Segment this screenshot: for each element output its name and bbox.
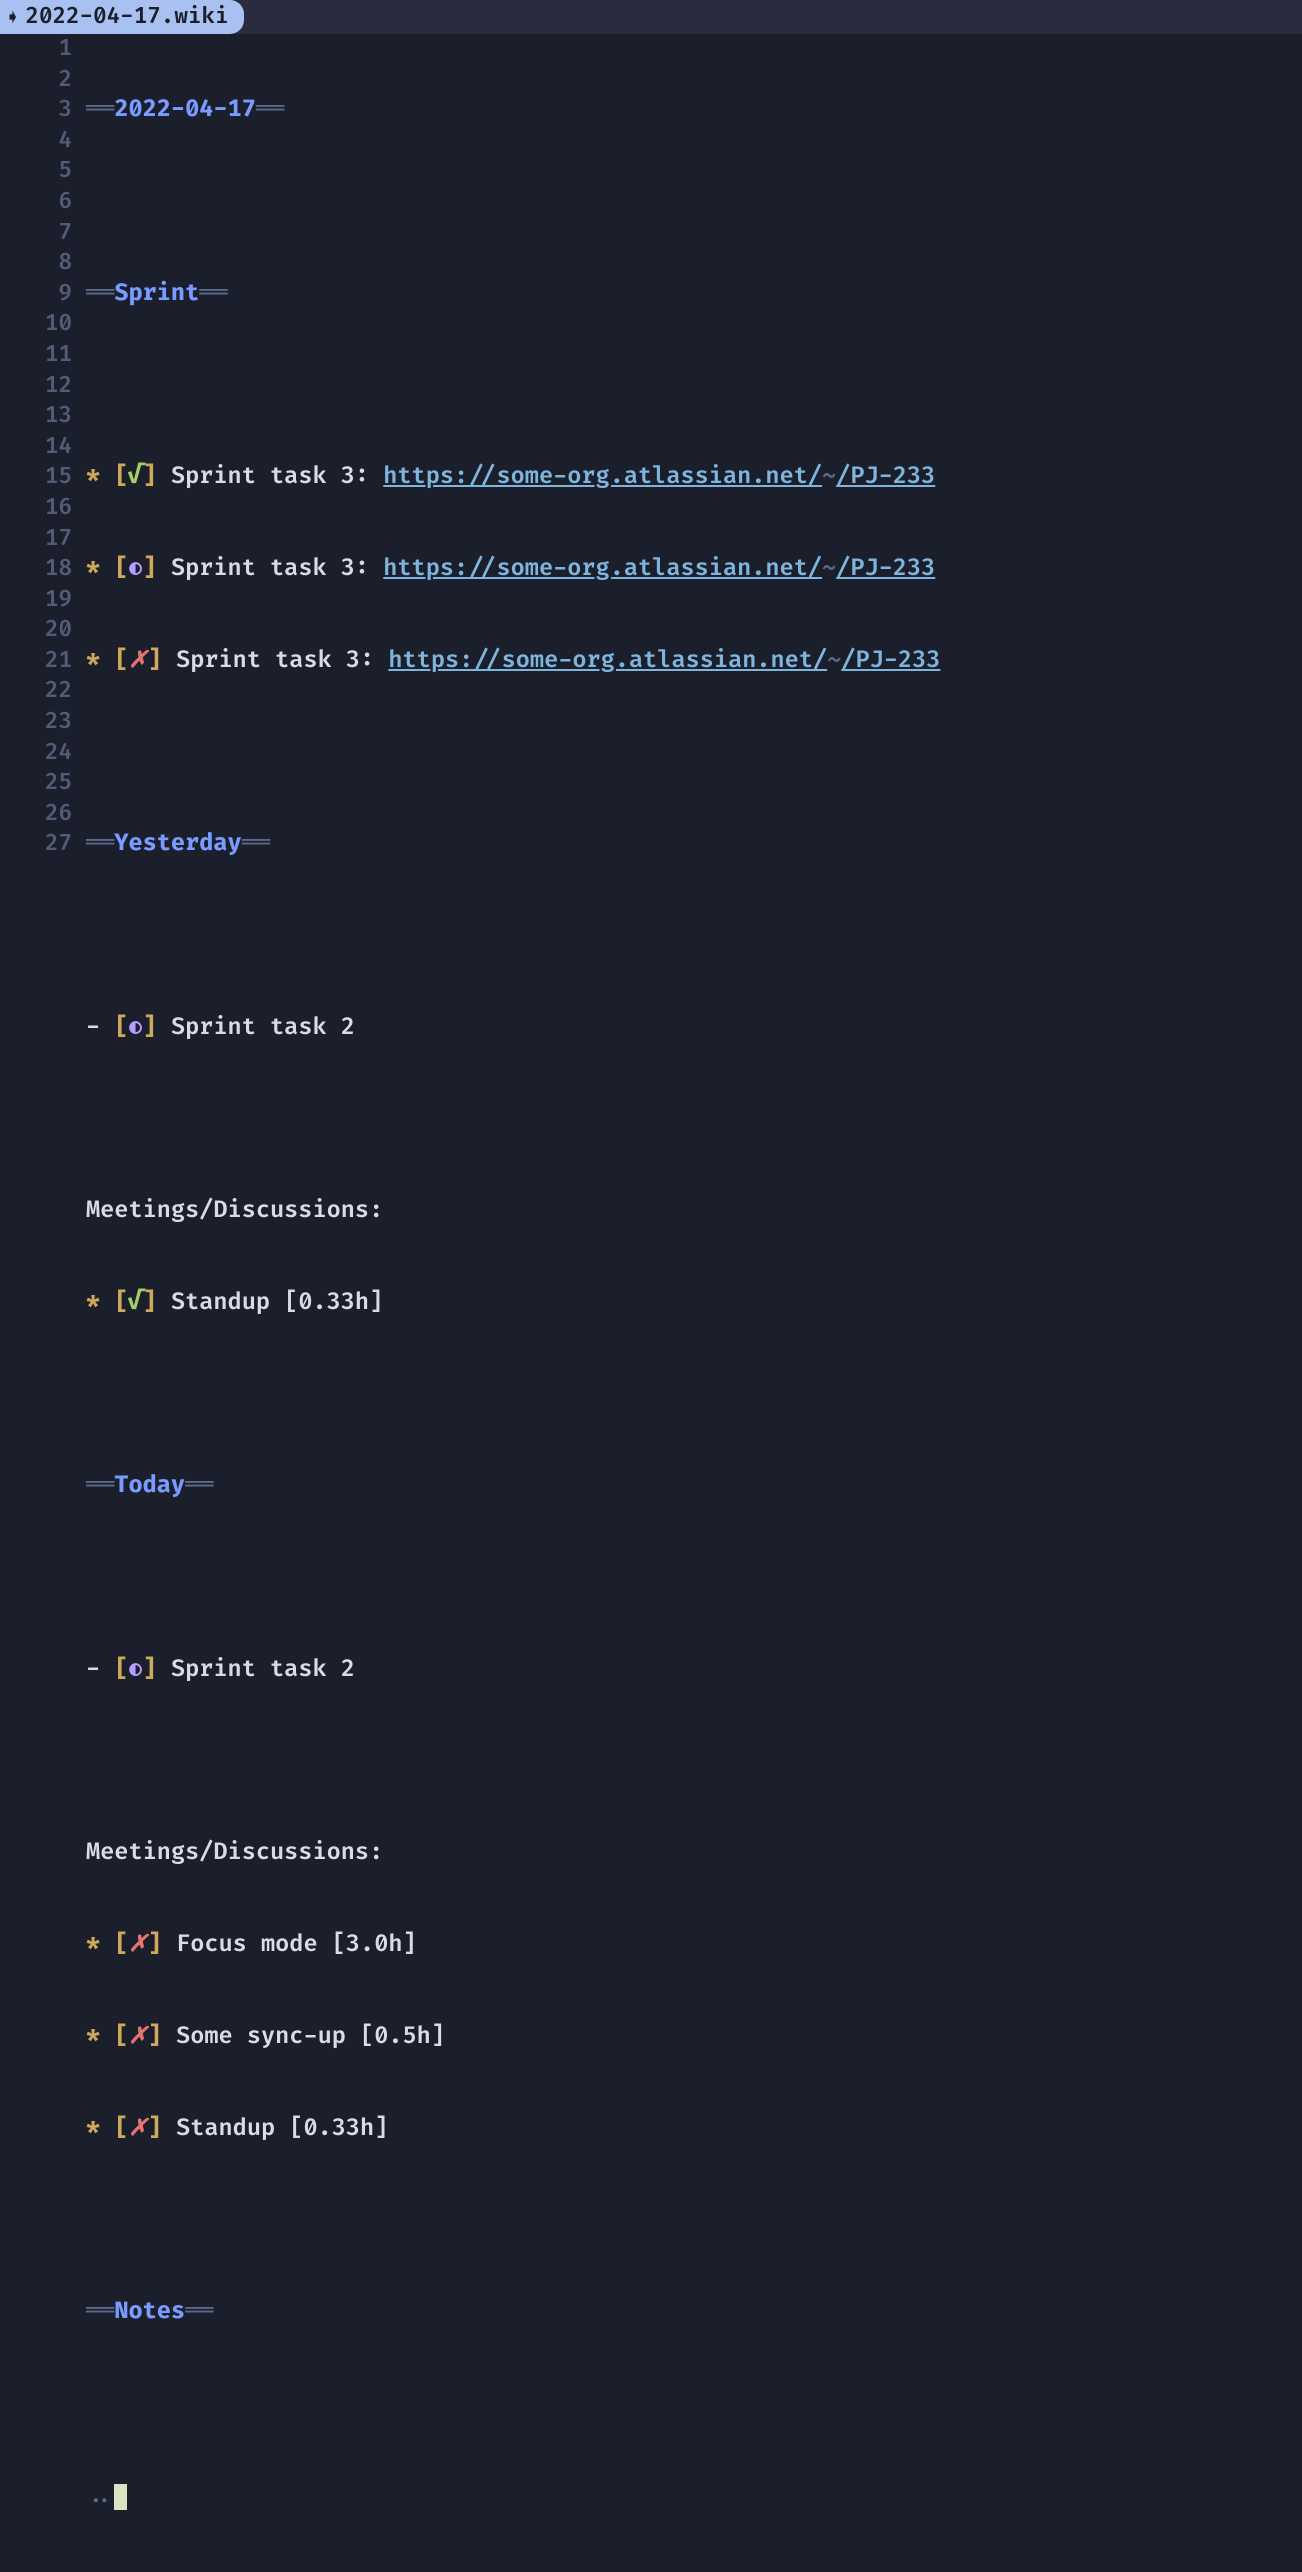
task-item: * [✗] Focus mode [3.0h] xyxy=(86,1930,940,1961)
check-pending-icon: ◐ xyxy=(128,1656,142,1684)
line-number: 5 xyxy=(0,156,72,187)
line-number: 2 xyxy=(0,65,72,96)
heading-sprint: ══Sprint══ xyxy=(86,279,940,310)
task-item: * [√] Standup [0.33h] xyxy=(86,1288,940,1319)
blank-line xyxy=(86,737,940,768)
task-item: * [√] Sprint task 3: https://some-org.at… xyxy=(86,462,940,493)
blank-line xyxy=(86,2389,940,2420)
arrow-down-icon: ➧ xyxy=(6,2,19,32)
line-number: 21 xyxy=(0,646,72,677)
check-pending-icon: ◐ xyxy=(128,1014,142,1042)
line-number: 1 xyxy=(0,34,72,65)
line-number: 3 xyxy=(0,95,72,126)
line-number: 27 xyxy=(0,829,72,860)
line-number: 15 xyxy=(0,462,72,493)
check-not-icon: ✗ xyxy=(128,2115,147,2143)
line-number: 13 xyxy=(0,401,72,432)
editor[interactable]: 1 2 3 4 5 6 7 8 9 10 11 12 13 14 15 16 1… xyxy=(0,34,1302,2572)
line-number: 17 xyxy=(0,524,72,555)
code-area[interactable]: ══2022-04-17══ ══Sprint══ * [√] Sprint t… xyxy=(78,34,940,2572)
tab-filename: 2022-04-17.wiki xyxy=(25,2,228,32)
jira-link[interactable]: https://some-org.atlassian.net/ xyxy=(388,647,827,675)
tab-active[interactable]: ➧ 2022-04-17.wiki xyxy=(0,0,244,34)
blank-line xyxy=(86,1747,940,1778)
task-item: - [◐] Sprint task 2 xyxy=(86,1655,940,1686)
check-not-icon: ✗ xyxy=(128,2023,147,2051)
jira-link[interactable]: https://some-org.atlassian.net/ xyxy=(383,463,822,491)
blank-line xyxy=(86,370,940,401)
line-number: 24 xyxy=(0,738,72,769)
line-number: 16 xyxy=(0,493,72,524)
line-number: 9 xyxy=(0,279,72,310)
blank-line xyxy=(86,921,940,952)
check-done-icon: √ xyxy=(128,463,142,491)
blank-line xyxy=(86,187,940,218)
line-number: 10 xyxy=(0,309,72,340)
task-item: - [◐] Sprint task 2 xyxy=(86,1013,940,1044)
section-label: Meetings/Discussions: xyxy=(86,1196,940,1227)
blank-line xyxy=(86,1380,940,1411)
line-number: 25 xyxy=(0,768,72,799)
jira-link[interactable]: https://some-org.atlassian.net/ xyxy=(383,555,822,583)
check-pending-icon: ◐ xyxy=(128,555,142,583)
task-item: * [✗] Standup [0.33h] xyxy=(86,2114,940,2145)
line-number: 12 xyxy=(0,371,72,402)
cursor-icon xyxy=(114,2484,127,2510)
jira-link[interactable]: /PJ-233 xyxy=(841,647,940,675)
tab-bar: ➧ 2022-04-17.wiki xyxy=(0,0,1302,34)
line-number: 6 xyxy=(0,187,72,218)
heading-notes: ══Notes══ xyxy=(86,2297,940,2328)
line-number: 4 xyxy=(0,126,72,157)
check-done-icon: √ xyxy=(128,1289,142,1317)
notes-content: .. xyxy=(86,2481,940,2512)
line-number: 20 xyxy=(0,615,72,646)
section-label: Meetings/Discussions: xyxy=(86,1838,940,1869)
blank-line xyxy=(86,1563,940,1594)
jira-link[interactable]: /PJ-233 xyxy=(836,463,935,491)
task-item: * [✗] Some sync-up [0.5h] xyxy=(86,2022,940,2053)
blank-line xyxy=(86,2205,940,2236)
task-item: * [◐] Sprint task 3: https://some-org.at… xyxy=(86,554,940,585)
line-number: 19 xyxy=(0,585,72,616)
line-number: 7 xyxy=(0,218,72,249)
line-number: 11 xyxy=(0,340,72,371)
line-number: 23 xyxy=(0,707,72,738)
check-not-icon: ✗ xyxy=(128,1931,147,1959)
line-number: 26 xyxy=(0,799,72,830)
line-number: 22 xyxy=(0,676,72,707)
line-number: 8 xyxy=(0,248,72,279)
line-number-gutter: 1 2 3 4 5 6 7 8 9 10 11 12 13 14 15 16 1… xyxy=(0,34,78,2572)
line-number: 18 xyxy=(0,554,72,585)
heading-today: ══Today══ xyxy=(86,1471,940,1502)
heading-yesterday: ══Yesterday══ xyxy=(86,829,940,860)
jira-link[interactable]: /PJ-233 xyxy=(836,555,935,583)
check-not-icon: ✗ xyxy=(128,647,147,675)
line-number: 14 xyxy=(0,432,72,463)
blank-line xyxy=(86,1104,940,1135)
heading-title: ══2022-04-17══ xyxy=(86,95,940,126)
task-item: * [✗] Sprint task 3: https://some-org.at… xyxy=(86,646,940,677)
